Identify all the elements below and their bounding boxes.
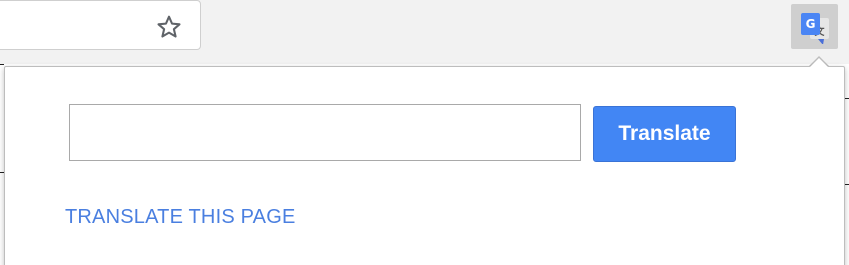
background-page-line (845, 98, 849, 99)
google-translate-extension-button[interactable]: 文 G (791, 4, 838, 49)
google-translate-icon: 文 G (800, 12, 829, 44)
background-page-line (845, 184, 849, 185)
translate-popup: Translate TRANSLATE THIS PAGE (4, 66, 845, 265)
browser-toolbar: 文 G (0, 0, 849, 64)
translate-button[interactable]: Translate (593, 106, 736, 162)
bookmark-star-button[interactable] (153, 11, 185, 43)
star-outline-icon (157, 15, 181, 38)
popup-pointer-fill (809, 57, 829, 68)
address-bar[interactable] (0, 0, 201, 50)
translate-text-input[interactable] (69, 104, 581, 161)
browser-window: 文 G Translate TRANSLATE THIS PAGE (0, 0, 849, 265)
translate-this-page-link[interactable]: TRANSLATE THIS PAGE (65, 206, 296, 229)
svg-text:G: G (805, 17, 815, 31)
background-page-line (0, 64, 4, 65)
